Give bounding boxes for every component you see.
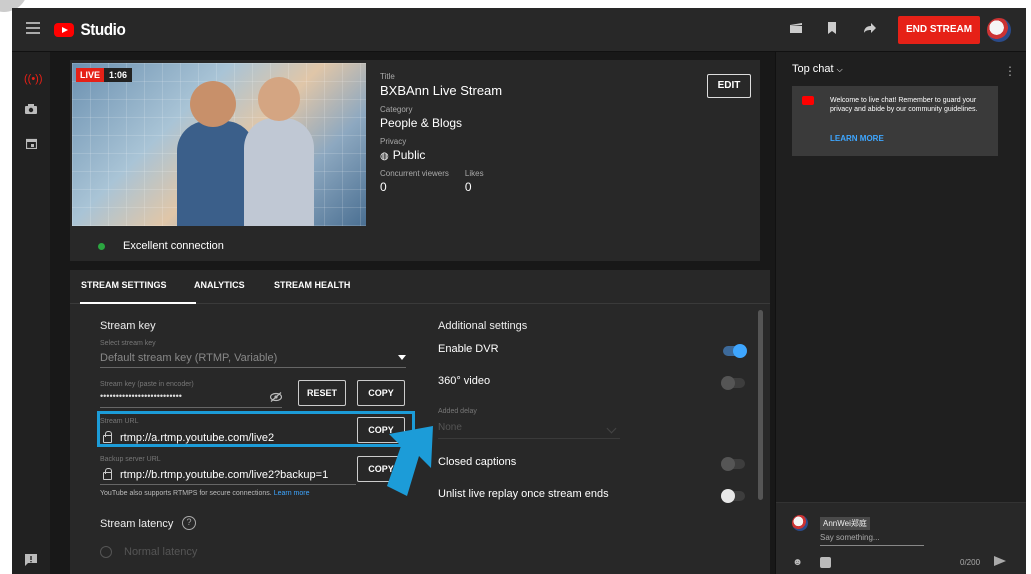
visibility-off-icon[interactable]	[269, 392, 283, 405]
rtmps-note: YouTube also supports RTMPS for secure c…	[100, 490, 309, 497]
calendar-icon[interactable]	[24, 138, 38, 152]
brand-label: Studio	[80, 20, 126, 39]
chat-message-input[interactable]: Say something...	[820, 533, 924, 546]
select-key-label: Select stream key	[100, 340, 156, 347]
reset-button[interactable]: RESET	[298, 380, 346, 406]
stream-key-title: Stream key	[100, 320, 156, 332]
chevron-down-icon: ⌵	[836, 65, 843, 74]
active-tab-indicator	[80, 302, 196, 304]
studio-window: Studio END STREAM ((•)) LIVE 1:06 Title …	[12, 8, 1026, 574]
end-stream-button[interactable]: END STREAM	[898, 16, 980, 44]
connection-text: Excellent connection	[123, 240, 224, 252]
privacy-text: Public	[392, 148, 426, 162]
backup-url-field[interactable]: rtmp://b.rtmp.youtube.com/live2?backup=1	[103, 468, 329, 481]
live-duration: 1:06	[104, 68, 133, 82]
send-icon[interactable]	[994, 556, 1006, 566]
stream-metadata: Title BXBAnn Live Stream Category People…	[380, 72, 502, 201]
chevron-down-icon[interactable]	[398, 355, 406, 360]
user-avatar	[792, 515, 808, 531]
more-options-icon[interactable]: ⋮	[1004, 64, 1016, 78]
additional-settings-title: Additional settings	[438, 320, 528, 332]
youtube-logo-icon	[802, 96, 814, 105]
camera-icon[interactable]	[24, 104, 38, 118]
dvr-label: Enable DVR	[438, 343, 499, 355]
unlist-toggle[interactable]	[721, 489, 745, 503]
radio-normal-latency[interactable]	[100, 546, 112, 558]
privacy-label: Privacy	[380, 137, 407, 146]
menu-icon[interactable]	[26, 22, 40, 34]
live-badge: LIVE 1:06	[76, 68, 133, 82]
top-bar: Studio END STREAM	[12, 8, 1026, 52]
super-chat-icon[interactable]	[820, 557, 831, 568]
captions-toggle[interactable]	[721, 457, 745, 471]
chat-username: AnnWei郑庭	[820, 517, 870, 530]
video360-label: 360° video	[438, 375, 491, 387]
chat-input-area: AnnWei郑庭 Say something... ☻ 0/200	[776, 502, 1026, 574]
url-highlight-box	[97, 411, 415, 447]
share-icon[interactable]	[862, 22, 878, 38]
select-key-dropdown[interactable]: Default stream key (RTMP, Variable)	[100, 352, 277, 364]
main-content: LIVE 1:06 Title BXBAnn Live Stream Categ…	[50, 52, 775, 574]
copy-key-button[interactable]: COPY	[357, 380, 405, 406]
live-broadcast-icon[interactable]: ((•))	[24, 72, 43, 86]
emoji-icon[interactable]: ☻	[792, 557, 803, 568]
live-label: LIVE	[76, 68, 105, 82]
welcome-message: Welcome to live chat! Remember to guard …	[830, 97, 978, 113]
pointer-arrow-icon	[387, 426, 433, 496]
settings-scrollbar[interactable]	[758, 310, 763, 500]
bookmark-icon[interactable]	[824, 22, 840, 38]
feedback-icon[interactable]	[24, 554, 38, 568]
learn-more-link[interactable]: LEARN MORE	[830, 134, 884, 143]
tab-stream-health[interactable]: STREAM HEALTH	[274, 280, 350, 290]
viewers-label: Concurrent viewers	[380, 169, 449, 178]
key-label: Stream key (paste in encoder)	[100, 381, 194, 388]
lock-icon	[103, 468, 112, 480]
clapperboard-icon[interactable]	[788, 22, 804, 38]
help-icon[interactable]: ?	[182, 516, 196, 530]
settings-tabs: STREAM SETTINGS ANALYTICS STREAM HEALTH	[70, 270, 770, 304]
settings-panel: STREAM SETTINGS ANALYTICS STREAM HEALTH …	[70, 270, 770, 574]
stream-title: BXBAnn Live Stream	[380, 83, 503, 98]
connection-status: Excellent connection	[98, 240, 224, 252]
rtmps-note-text: YouTube also supports RTMPS for secure c…	[100, 490, 272, 497]
edit-button[interactable]: EDIT	[707, 74, 751, 98]
chevron-down-icon[interactable]	[606, 423, 617, 434]
likes-count: 0	[464, 180, 472, 194]
stream-category: People & Blogs	[380, 116, 463, 130]
latency-title: Stream latency	[100, 518, 174, 530]
chat-mode-label: Top chat	[792, 63, 834, 75]
video360-toggle[interactable]	[721, 376, 745, 390]
status-dot-icon	[98, 242, 105, 250]
stream-preview-thumbnail[interactable]: LIVE 1:06	[72, 63, 366, 226]
privacy-value: ◍ Public	[380, 148, 502, 162]
stream-key-input[interactable]: ••••••••••••••••••••••••••	[100, 391, 182, 401]
viewers-count: 0	[380, 180, 387, 194]
left-sidebar: ((•))	[12, 52, 50, 574]
category-label: Category	[380, 105, 413, 114]
globe-icon: ◍	[380, 151, 389, 162]
backup-label: Backup server URL	[100, 456, 161, 463]
stream-preview-card: LIVE 1:06 Title BXBAnn Live Stream Categ…	[70, 60, 760, 261]
likes-label: Likes	[464, 169, 484, 178]
dvr-toggle[interactable]	[723, 344, 747, 358]
chat-welcome-notice: Welcome to live chat! Remember to guard …	[792, 86, 998, 156]
chat-mode-dropdown[interactable]: Top chat ⌵	[792, 63, 843, 75]
delay-label: Added delay	[438, 408, 477, 415]
backup-url-value: rtmp://b.rtmp.youtube.com/live2?backup=1	[120, 469, 329, 481]
char-count: 0/200	[960, 558, 981, 567]
learn-more-link[interactable]: Learn more	[274, 490, 310, 497]
live-chat-panel: Top chat ⌵ ⋮ Welcome to live chat! Remem…	[775, 52, 1026, 574]
title-label: Title	[380, 72, 395, 81]
latency-option-label: Normal latency	[124, 546, 198, 558]
tab-analytics[interactable]: ANALYTICS	[194, 280, 245, 290]
studio-logo[interactable]: Studio	[54, 20, 128, 40]
youtube-logo-icon	[54, 23, 74, 37]
tab-stream-settings[interactable]: STREAM SETTINGS	[81, 280, 167, 290]
account-avatar[interactable]	[987, 18, 1011, 42]
